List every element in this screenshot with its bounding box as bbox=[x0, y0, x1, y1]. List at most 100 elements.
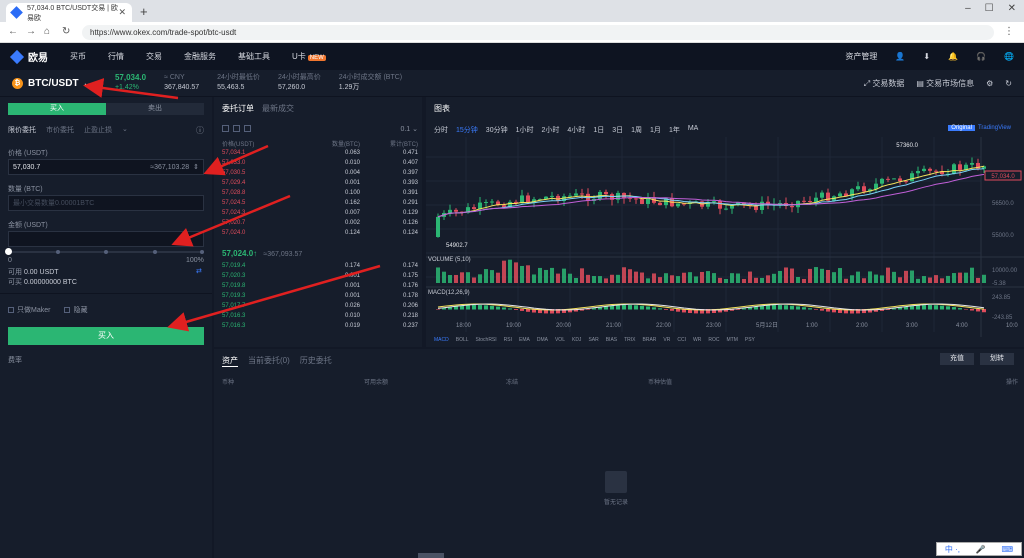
interval-2[interactable]: 30分钟 bbox=[486, 125, 508, 135]
stop-order-tab[interactable]: 止盈止损 bbox=[84, 125, 112, 135]
market-info-link[interactable]: ▤ 交易市场信息 bbox=[916, 78, 974, 89]
interval-1[interactable]: 15分钟 bbox=[456, 125, 478, 135]
interval-9[interactable]: 1月 bbox=[650, 125, 661, 135]
indicator-2[interactable]: StochRSI bbox=[476, 337, 497, 343]
download-icon[interactable]: ⬇ bbox=[923, 52, 930, 61]
indicator-0[interactable]: MACD bbox=[434, 337, 449, 343]
hidden-checkbox[interactable]: 隐藏 bbox=[64, 305, 87, 315]
info-icon[interactable]: ⓘ bbox=[196, 125, 204, 136]
slider-step[interactable] bbox=[200, 250, 204, 254]
fee-rate-link[interactable]: 费率 bbox=[8, 355, 22, 365]
nav-item-buy[interactable]: 买币 bbox=[70, 51, 86, 62]
tab-order-history[interactable]: 历史委托 bbox=[300, 355, 332, 367]
ask-row[interactable]: 57,024.3 0.007 0.129 bbox=[222, 208, 418, 218]
sell-tab[interactable]: 卖出 bbox=[106, 103, 204, 115]
price-input[interactable]: 57,030.7 ≈367,103.28 ⇕ bbox=[8, 159, 204, 175]
reload-icon[interactable]: ↻ bbox=[62, 26, 70, 37]
indicator-8[interactable]: SAR bbox=[588, 337, 598, 343]
indicator-17[interactable]: PSY bbox=[745, 337, 755, 343]
stepper-icon[interactable]: ⇕ bbox=[193, 163, 199, 171]
indicator-9[interactable]: BIAS bbox=[606, 337, 617, 343]
logo[interactable]: 欧易 bbox=[9, 49, 48, 64]
indicator-4[interactable]: EMA bbox=[519, 337, 530, 343]
indicator-15[interactable]: ROC bbox=[708, 337, 719, 343]
close-tab-icon[interactable]: ✕ bbox=[118, 7, 126, 18]
limit-order-tab[interactable]: 限价委托 bbox=[8, 125, 36, 135]
bid-row[interactable]: 57,017.7 0.026 0.206 bbox=[222, 301, 418, 311]
new-tab-icon[interactable]: + bbox=[140, 4, 148, 19]
tab-latest-trades[interactable]: 最新成交 bbox=[262, 103, 294, 114]
interval-11[interactable]: MA bbox=[688, 125, 699, 135]
home-icon[interactable]: ⌂ bbox=[44, 26, 50, 37]
url-input[interactable]: https://www.okex.com/trade-spot/btc-usdt bbox=[82, 25, 994, 40]
mode-tradingview[interactable]: TradingView bbox=[975, 125, 1014, 131]
indicator-7[interactable]: KDJ bbox=[572, 337, 581, 343]
browser-menu-icon[interactable]: ⋮ bbox=[1004, 26, 1014, 37]
ask-row[interactable]: 57,020.7 0.002 0.126 bbox=[222, 218, 418, 228]
back-icon[interactable]: ← bbox=[8, 26, 18, 37]
indicator-16[interactable]: MTM bbox=[726, 337, 737, 343]
bell-icon[interactable]: 🔔 bbox=[948, 52, 958, 61]
indicator-5[interactable]: DMA bbox=[537, 337, 548, 343]
bid-row[interactable]: 57,016.3 0.019 0.237 bbox=[222, 321, 418, 331]
ask-row[interactable]: 57,030.5 0.004 0.397 bbox=[222, 168, 418, 178]
candlestick-chart[interactable]: 57360.0 54902.7 VOLUME (5,10) MACD(12,26,9)… bbox=[426, 137, 1024, 337]
maximize-icon[interactable]: ☐ bbox=[985, 3, 994, 14]
slider-knob[interactable] bbox=[5, 248, 12, 255]
interval-6[interactable]: 1日 bbox=[593, 125, 604, 135]
settings-icon[interactable]: ⚙ bbox=[986, 79, 993, 88]
bid-row[interactable]: 57,016.3 0.010 0.218 bbox=[222, 311, 418, 321]
ask-row[interactable]: 57,034.1 0.063 0.471 bbox=[222, 148, 418, 158]
interval-4[interactable]: 2小时 bbox=[542, 125, 560, 135]
amount-input[interactable]: 最小交易数量0.00001BTC bbox=[8, 195, 204, 211]
horizontal-scrollbar[interactable] bbox=[418, 553, 444, 558]
maker-only-checkbox[interactable]: 只做Maker bbox=[8, 305, 50, 315]
nav-item-tools[interactable]: 基础工具 bbox=[238, 51, 270, 62]
chevron-down-icon[interactable]: ⌄ bbox=[122, 125, 128, 135]
indicator-6[interactable]: VOL bbox=[555, 337, 565, 343]
interval-5[interactable]: 4小时 bbox=[567, 125, 585, 135]
book-view-bids-icon[interactable] bbox=[233, 125, 240, 132]
ask-row[interactable]: 57,033.0 0.010 0.407 bbox=[222, 158, 418, 168]
indicator-10[interactable]: TRIX bbox=[624, 337, 635, 343]
indicator-12[interactable]: VR bbox=[663, 337, 670, 343]
amount-slider[interactable] bbox=[5, 248, 204, 255]
interval-10[interactable]: 1年 bbox=[669, 125, 680, 135]
slider-step[interactable] bbox=[153, 250, 157, 254]
pair-selector[interactable]: ₿ BTC/USDT ⌄ bbox=[12, 77, 91, 89]
close-window-icon[interactable]: ✕ bbox=[1008, 3, 1016, 14]
interval-0[interactable]: 分时 bbox=[434, 125, 448, 135]
ask-row[interactable]: 57,028.8 0.100 0.391 bbox=[222, 188, 418, 198]
nav-item-finance[interactable]: 金融服务 bbox=[184, 51, 216, 62]
interval-3[interactable]: 1小时 bbox=[516, 125, 534, 135]
slider-step[interactable] bbox=[56, 250, 60, 254]
indicator-3[interactable]: RSI bbox=[504, 337, 512, 343]
book-view-asks-icon[interactable] bbox=[244, 125, 251, 132]
mode-original[interactable]: Original bbox=[948, 125, 975, 131]
asset-management-menu[interactable]: 资产管理 bbox=[845, 51, 877, 62]
ask-row[interactable]: 57,029.4 0.001 0.393 bbox=[222, 178, 418, 188]
minimize-icon[interactable]: – bbox=[965, 3, 971, 14]
bid-row[interactable]: 57,019.3 0.001 0.178 bbox=[222, 291, 418, 301]
indicator-14[interactable]: WR bbox=[693, 337, 701, 343]
globe-icon[interactable]: 🌐 bbox=[1004, 52, 1014, 61]
refresh-icon[interactable]: ↻ bbox=[1005, 79, 1012, 88]
bid-row[interactable]: 57,019.8 0.001 0.176 bbox=[222, 281, 418, 291]
indicator-11[interactable]: BRAR bbox=[643, 337, 657, 343]
user-icon[interactable]: 👤 bbox=[895, 52, 905, 61]
buy-tab[interactable]: 买入 bbox=[8, 103, 106, 115]
interval-8[interactable]: 1周 bbox=[631, 125, 642, 135]
interval-7[interactable]: 3日 bbox=[612, 125, 623, 135]
ime-toolbar[interactable]: 中 ·, 🎤 ⌨ bbox=[936, 542, 1022, 556]
tab-assets[interactable]: 资产 bbox=[222, 355, 238, 367]
market-order-tab[interactable]: 市价委托 bbox=[46, 125, 74, 135]
tab-order-book[interactable]: 委托订单 bbox=[222, 103, 254, 114]
precision-select[interactable]: 0.1 ⌄ bbox=[400, 125, 418, 133]
browser-tab[interactable]: 57,034.0 BTC/USDT交易 | 欧易欧 ✕ bbox=[6, 3, 132, 22]
nav-item-markets[interactable]: 行情 bbox=[108, 51, 124, 62]
forward-icon[interactable]: → bbox=[26, 26, 36, 37]
bid-row[interactable]: 57,019.4 0.174 0.174 bbox=[222, 261, 418, 271]
buy-button[interactable]: 买入 bbox=[8, 327, 204, 345]
transfer-icon[interactable]: ⇄ bbox=[196, 267, 202, 275]
nav-item-trade[interactable]: 交易 bbox=[146, 51, 162, 62]
